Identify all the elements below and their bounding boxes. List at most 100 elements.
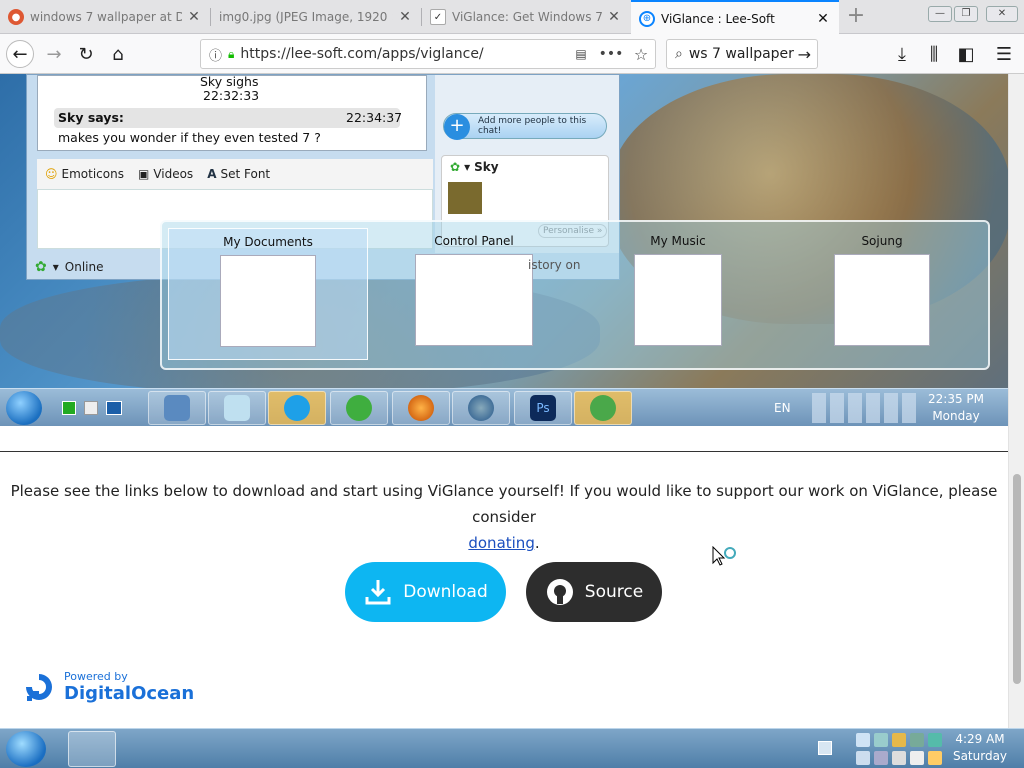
tray-icon[interactable] [874, 733, 888, 747]
start-button[interactable] [6, 731, 46, 767]
tray-icons [812, 393, 916, 423]
page-content: Sky sighs 22:32:33 Sky says: 22:34:37 ma… [0, 74, 1008, 728]
contact-name: Sky [474, 160, 499, 174]
duckduckgo-icon: ● [8, 9, 24, 25]
tray-icon[interactable] [856, 751, 870, 765]
tray-icon[interactable] [892, 733, 906, 747]
downloads-icon[interactable]: ⤓ [888, 40, 916, 68]
scrollbar-thumb[interactable] [1013, 474, 1021, 684]
add-icon: + [444, 114, 470, 140]
reload-button[interactable]: ↻ [72, 40, 100, 68]
tab-title: img0.jpg (JPEG Image, 1920 × 12 [219, 10, 393, 24]
digitalocean-label: DigitalOcean [64, 683, 195, 704]
search-icon: ⌕ [675, 46, 683, 62]
tray-icon[interactable] [910, 751, 924, 765]
keyboard-icon[interactable] [818, 741, 832, 755]
close-tab-icon[interactable]: ✕ [606, 9, 622, 25]
chat-sender: Sky says: [58, 110, 124, 125]
tab-title: windows 7 wallpaper at Du [30, 10, 182, 24]
new-tab-button[interactable]: + [842, 4, 870, 30]
videos-label: Videos [153, 167, 194, 181]
page-actions-icon[interactable]: ••• [595, 46, 627, 62]
source-button[interactable]: Source [526, 562, 662, 622]
tray-icon[interactable] [928, 733, 942, 747]
url-bar[interactable]: ⓘ 🔒︎ https://lee-soft.com/apps/viglance/… [200, 39, 656, 69]
quicklaunch-icon [62, 401, 76, 415]
tab-viglance-get[interactable]: ✓ ViGlance: Get Windows 7 Lo ✕ [422, 0, 630, 34]
restore-button[interactable]: ❐ [954, 6, 978, 22]
tray-icon[interactable] [856, 733, 870, 747]
library-icon[interactable]: ⫼ [920, 40, 948, 68]
search-input[interactable]: ws 7 wallpaper [689, 46, 798, 62]
screenshot-clock-day: Monday [932, 409, 980, 423]
chat-line: Sky sighs [200, 74, 259, 89]
globe-icon: ⊕ [639, 10, 655, 27]
screenshot-taskbar: Ps EN 22:35 PM Monday [0, 388, 1008, 426]
back-button[interactable]: ← [6, 40, 34, 68]
sidebar-icon[interactable]: ◧ [952, 40, 980, 68]
switcher-label: My Documents [223, 235, 313, 249]
close-tab-icon[interactable]: ✕ [186, 9, 202, 25]
quicklaunch-icon [84, 401, 98, 415]
tray-icon[interactable] [928, 751, 942, 765]
page-scrollbar[interactable] [1008, 74, 1024, 728]
thunderbird-icon [468, 395, 494, 421]
add-people-button: + Add more people to this chat! [443, 113, 607, 140]
search-go-icon[interactable]: → [798, 45, 811, 64]
taskbar-app [208, 391, 266, 425]
taskbar-app-button[interactable] [68, 731, 116, 767]
switcher-label: Control Panel [434, 234, 514, 248]
switcher-label: My Music [650, 234, 706, 248]
intro-text: Please see the links below to download a… [10, 482, 998, 526]
tab-image[interactable]: img0.jpg (JPEG Image, 1920 × 12 ✕ [211, 0, 421, 34]
switcher-item: My Documents [168, 228, 368, 360]
tab-strip: ● windows 7 wallpaper at Du ✕ img0.jpg (… [0, 0, 1024, 35]
system-clock[interactable]: 4:29 AM Saturday [950, 731, 1010, 765]
chevron-down-icon: ▾ [52, 260, 59, 274]
tab-viglance-leesoft[interactable]: ⊕ ViGlance : Lee-Soft ✕ [631, 0, 839, 35]
close-window-button[interactable]: ✕ [986, 6, 1018, 22]
nav-bar: ← → ↻ ⌂ ⓘ 🔒︎ https://lee-soft.com/apps/v… [0, 34, 1024, 74]
info-icon[interactable]: ⓘ [209, 45, 222, 64]
avatar [448, 182, 482, 214]
tab-title: ViGlance: Get Windows 7 Lo [452, 10, 602, 24]
minimize-button[interactable]: — [928, 6, 952, 22]
window-switcher: My Documents Control Panel My Music Soju… [160, 220, 990, 370]
font-icon: A [207, 167, 217, 181]
tray-icon[interactable] [892, 751, 906, 765]
quicklaunch-icon [106, 401, 122, 415]
switcher-item: Control Panel [374, 228, 574, 360]
emoticons-icon: ☺ [45, 167, 58, 181]
close-tab-icon[interactable]: ✕ [397, 9, 413, 25]
os-taskbar: 4:29 AM Saturday [0, 728, 1024, 768]
github-icon [546, 579, 573, 605]
search-bar[interactable]: ⌕ ws 7 wallpaper → [666, 39, 818, 69]
messenger-icon [590, 395, 616, 421]
tab-duckduckgo[interactable]: ● windows 7 wallpaper at Du ✕ [0, 0, 210, 34]
taskbar-app [148, 391, 206, 425]
home-button[interactable]: ⌂ [104, 40, 132, 68]
tray-icon[interactable] [874, 751, 888, 765]
close-tab-icon[interactable]: ✕ [815, 11, 831, 27]
window-thumbnail [415, 254, 533, 346]
download-button[interactable]: Download [345, 562, 506, 622]
taskbar-app: Ps [514, 391, 572, 425]
window-thumbnail [220, 255, 316, 347]
window-thumbnail [834, 254, 930, 346]
donate-link[interactable]: donating [468, 534, 534, 552]
firefox-icon [408, 395, 434, 421]
bookmark-star-icon[interactable]: ☆ [627, 45, 655, 64]
forward-button[interactable]: → [40, 40, 68, 68]
download-label: Download [403, 582, 488, 602]
powered-by-digitalocean[interactable]: Powered by DigitalOcean [22, 670, 194, 704]
intro-paragraph: Please see the links below to download a… [10, 482, 998, 552]
contact-status-icon: ✿ [450, 160, 461, 174]
chat-toolbar: ☺ Emoticons ▣ Videos A Set Font [37, 159, 433, 189]
tray-icon[interactable] [910, 733, 924, 747]
taskbar-app [452, 391, 510, 425]
menu-icon[interactable]: ☰ [990, 40, 1018, 68]
reader-view-icon[interactable]: ▤ [567, 47, 595, 61]
skype-icon [284, 395, 310, 421]
source-label: Source [584, 582, 644, 602]
busy-cursor-icon [712, 546, 736, 566]
